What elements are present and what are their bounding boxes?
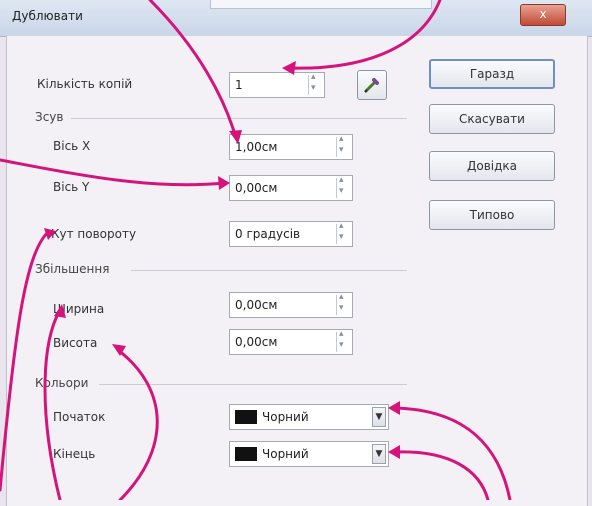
dialog-body: Кількість копій 1 Зсув Вісь X 1,00см Віс… — [6, 36, 588, 506]
start-color-label: Початок — [53, 410, 106, 424]
window-title: Дублювати — [12, 9, 83, 23]
start-color-select[interactable]: Чорний ▼ — [229, 404, 389, 430]
end-color-value: Чорний — [262, 447, 309, 461]
start-color-value: Чорний — [262, 410, 309, 424]
axis-x-value: 1,00см — [235, 140, 278, 154]
ok-button[interactable]: Гаразд — [429, 59, 555, 89]
axis-y-input[interactable]: 0,00см — [229, 175, 353, 201]
reset-button[interactable]: Типово — [429, 200, 555, 230]
axis-y-value: 0,00см — [235, 181, 278, 195]
width-input[interactable]: 0,00см — [229, 292, 353, 318]
height-label: Висота — [53, 336, 98, 350]
start-color-swatch — [235, 410, 257, 424]
axis-x-input[interactable]: 1,00см — [229, 134, 353, 160]
height-spinner[interactable] — [336, 329, 350, 352]
width-spinner[interactable] — [336, 292, 350, 315]
copies-value: 1 — [235, 78, 243, 92]
rotation-input[interactable]: 0 градусів — [229, 221, 353, 247]
end-color-dropdown-arrow[interactable]: ▼ — [372, 444, 386, 464]
copies-input[interactable]: 1 — [229, 72, 325, 98]
height-input[interactable]: 0,00см — [229, 329, 353, 355]
shift-section-title: Зсув — [35, 110, 64, 124]
colors-divider — [99, 384, 407, 385]
eyedropper-button[interactable] — [357, 70, 387, 100]
end-color-select[interactable]: Чорний ▼ — [229, 441, 389, 467]
width-label: Ширина — [53, 302, 105, 316]
eyedropper-icon — [364, 78, 379, 93]
axis-y-label: Вісь Y — [53, 180, 90, 194]
help-button[interactable]: Довідка — [429, 151, 555, 181]
background-tab — [210, 0, 432, 9]
colors-section-title: Кольори — [35, 376, 89, 390]
enlargement-section-title: Збільшення — [35, 262, 110, 276]
cancel-button[interactable]: Скасувати — [429, 104, 555, 134]
shift-divider — [71, 118, 407, 119]
axis-x-label: Вісь X — [53, 139, 91, 153]
axis-y-spinner[interactable] — [336, 175, 350, 198]
rotation-value: 0 градусів — [235, 227, 301, 241]
end-color-swatch — [235, 447, 257, 461]
rotation-label: Кут повороту — [51, 227, 137, 241]
title-bar: Дублювати x — [0, 0, 592, 37]
height-value: 0,00см — [235, 335, 278, 349]
rotation-spinner[interactable] — [336, 221, 350, 244]
copies-spinner[interactable] — [308, 72, 322, 95]
copies-label: Кількість копій — [37, 77, 133, 91]
close-button[interactable]: x — [520, 4, 566, 26]
width-value: 0,00см — [235, 298, 278, 312]
start-color-dropdown-arrow[interactable]: ▼ — [372, 407, 386, 427]
end-color-label: Кінець — [53, 447, 96, 461]
axis-x-spinner[interactable] — [336, 134, 350, 157]
enlargement-divider — [131, 270, 407, 271]
